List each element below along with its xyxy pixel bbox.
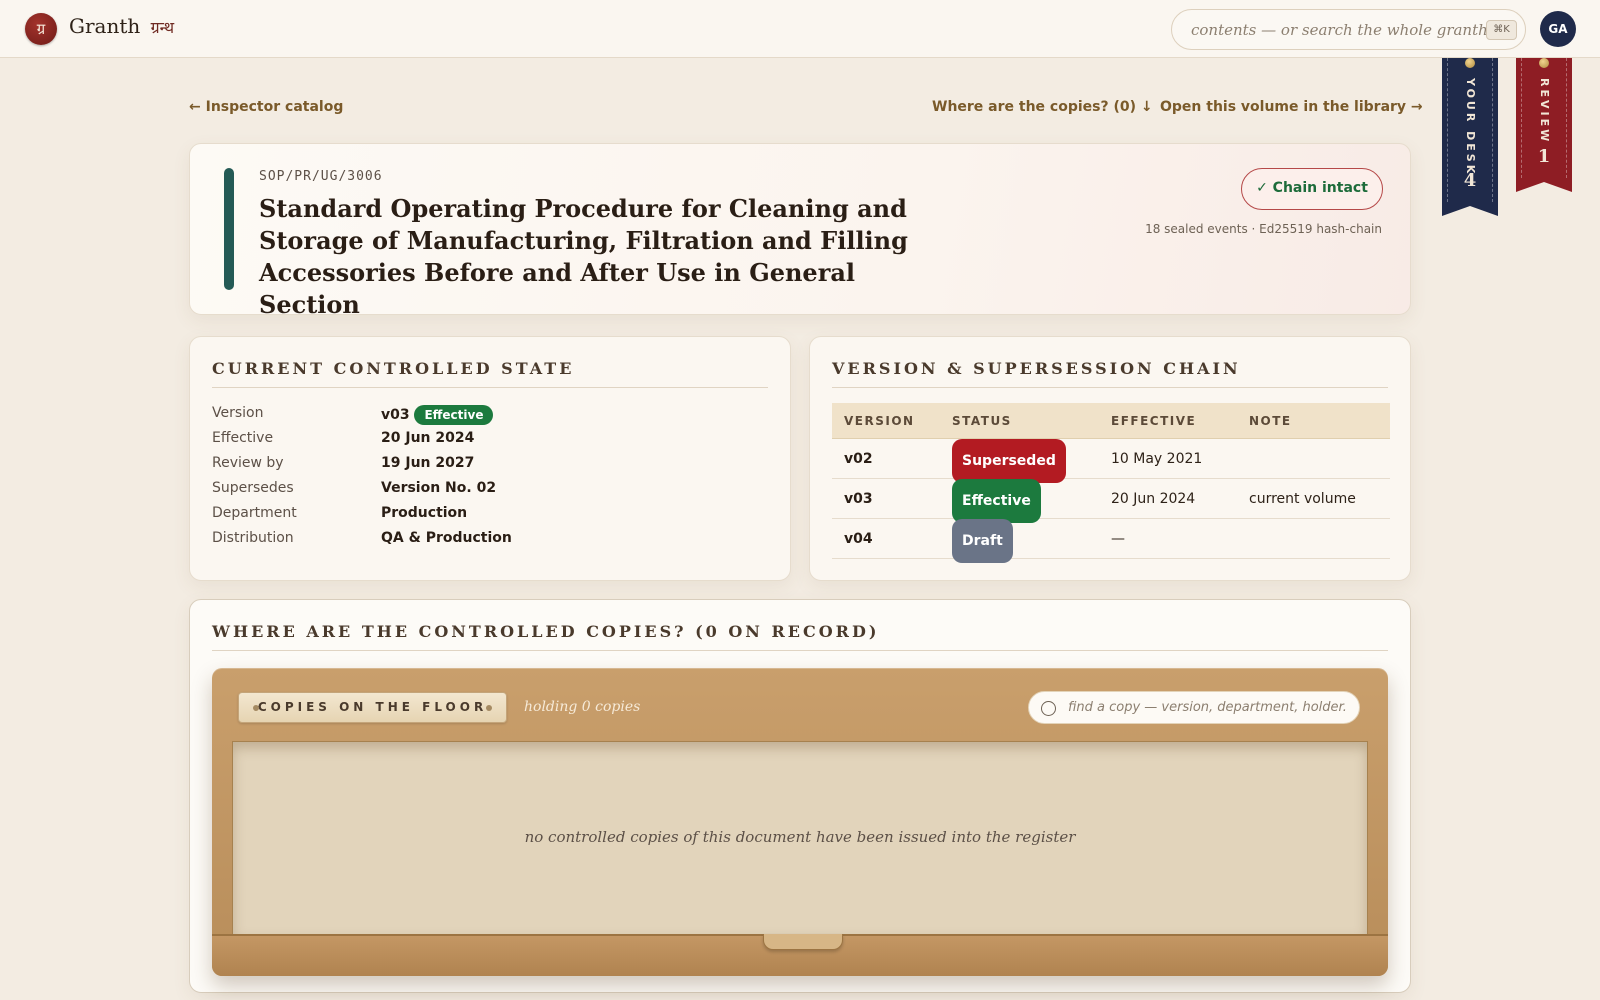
table-row[interactable]: v02 Superseded 10 May 2021 xyxy=(832,439,1390,483)
status-badge: Superseded xyxy=(952,439,1066,483)
screw-icon xyxy=(486,705,492,711)
state-row-version: Version v03 Effective xyxy=(212,405,772,429)
app-name-script: ग्रन्थ xyxy=(150,18,175,37)
column-header: NOTE xyxy=(1249,414,1292,428)
section-heading: CURRENT CONTROLLED STATE xyxy=(212,359,575,378)
column-header: EFFECTIVE xyxy=(1111,414,1197,428)
state-value: QA & Production xyxy=(381,530,512,546)
drawer-label: COPIES ON THE FLOOR xyxy=(257,700,488,714)
open-in-library-link[interactable]: Open this volume in the library → xyxy=(1160,99,1423,115)
empty-state-message: no controlled copies of this document ha… xyxy=(524,828,1076,846)
ribbon-label: REVIEW xyxy=(1538,78,1551,145)
state-key: Supersedes xyxy=(212,480,294,496)
version-chain-card: VERSION & SUPERSESSION CHAIN VERSION STA… xyxy=(809,336,1411,581)
table-row[interactable]: v03 Effective 20 Jun 2024 current volume xyxy=(832,479,1390,523)
your-desk-ribbon[interactable]: YOUR DESK 4 xyxy=(1442,58,1498,216)
state-key: Effective xyxy=(212,430,274,446)
copies-drawer: COPIES ON THE FLOOR holding 0 copies fin… xyxy=(212,668,1388,976)
find-copy-input[interactable]: find a copy — version, department, holde… xyxy=(1028,691,1360,724)
state-key: Review by xyxy=(212,455,284,471)
state-value: 19 Jun 2027 xyxy=(381,455,475,471)
current-state-card: CURRENT CONTROLLED STATE Version v03 Eff… xyxy=(189,336,791,581)
version-table: VERSION STATUS EFFECTIVE NOTE v02 Supers… xyxy=(832,403,1390,563)
app-name: Granth xyxy=(69,14,141,38)
back-link[interactable]: ← Inspector catalog xyxy=(189,99,343,115)
copies-jump-link[interactable]: Where are the copies? (0) ↓ xyxy=(932,99,1153,115)
state-key: Distribution xyxy=(212,530,294,546)
state-row-department: Department Production xyxy=(212,505,772,529)
version-cell: v02 xyxy=(844,451,873,467)
drawer-handle[interactable] xyxy=(763,934,843,950)
version-cell: v03 xyxy=(844,491,873,507)
effective-cell: 20 Jun 2024 xyxy=(1111,491,1196,507)
divider xyxy=(212,650,1388,651)
controlled-copies-card: WHERE ARE THE CONTROLLED COPIES? (0 ON R… xyxy=(189,599,1411,993)
status-badge: Effective xyxy=(414,405,494,425)
state-value: Version No. 02 xyxy=(381,480,497,496)
pin-icon xyxy=(1465,58,1475,68)
column-header: VERSION xyxy=(844,414,915,428)
status-badge: Effective xyxy=(952,479,1041,523)
table-header: VERSION STATUS EFFECTIVE NOTE xyxy=(832,403,1390,439)
app-brand[interactable]: Granth ग्रन्थ xyxy=(69,14,174,38)
status-badge: Draft xyxy=(952,519,1013,563)
state-key: Version xyxy=(212,405,264,421)
state-key: Department xyxy=(212,505,297,521)
shortcut-hint: ⌘K xyxy=(1486,20,1517,40)
divider xyxy=(832,387,1388,388)
version-cell: v04 xyxy=(844,531,873,547)
document-header-card: SOP/PR/UG/3006 Standard Operating Proced… xyxy=(189,143,1411,319)
top-bar: ग्र Granth ग्रन्थ contents — or search t… xyxy=(0,0,1600,58)
document-code: SOP/PR/UG/3006 xyxy=(259,169,383,184)
section-heading: WHERE ARE THE CONTROLLED COPIES? (0 ON R… xyxy=(212,622,880,641)
search-placeholder: contents — or search the whole granth... xyxy=(1191,21,1503,39)
state-row-review-by: Review by 19 Jun 2027 xyxy=(212,455,772,479)
note-cell: current volume xyxy=(1249,491,1356,507)
review-count: 1 xyxy=(1537,146,1551,167)
global-search-input[interactable]: contents — or search the whole granth...… xyxy=(1171,9,1526,50)
search-icon xyxy=(1041,701,1056,716)
screw-icon xyxy=(253,705,259,711)
document-title: Standard Operating Procedure for Cleanin… xyxy=(259,194,908,319)
review-ribbon[interactable]: REVIEW 1 xyxy=(1516,58,1572,192)
state-row-distribution: Distribution QA & Production xyxy=(212,530,772,554)
pin-icon xyxy=(1539,58,1549,68)
state-value: v03 Effective xyxy=(381,405,494,425)
ribbon-label: YOUR DESK xyxy=(1464,78,1477,177)
state-row-supersedes: Supersedes Version No. 02 xyxy=(212,480,772,504)
desk-count: 4 xyxy=(1463,170,1477,191)
table-row[interactable]: v04 Draft — xyxy=(832,519,1390,563)
find-copy-placeholder: find a copy — version, department, holde… xyxy=(1068,700,1347,715)
state-value: Production xyxy=(381,505,468,521)
effective-cell: — xyxy=(1111,531,1125,547)
copies-tray: no controlled copies of this document ha… xyxy=(232,741,1368,935)
user-avatar[interactable]: GA xyxy=(1540,11,1576,47)
effective-cell: 10 May 2021 xyxy=(1111,451,1203,467)
section-heading: VERSION & SUPERSESSION CHAIN xyxy=(832,359,1241,378)
chain-intact-button[interactable]: ✓ Chain intact xyxy=(1241,168,1383,210)
logo-seal-icon[interactable]: ग्र xyxy=(25,13,57,45)
divider xyxy=(212,387,768,388)
drawer-label-plate: COPIES ON THE FLOOR xyxy=(238,692,507,723)
holding-count: holding 0 copies xyxy=(524,699,641,715)
state-value: 20 Jun 2024 xyxy=(381,430,475,446)
accent-bar xyxy=(224,168,234,290)
column-header: STATUS xyxy=(952,414,1012,428)
version-value: v03 xyxy=(381,407,410,423)
state-row-effective: Effective 20 Jun 2024 xyxy=(212,430,772,454)
chain-events-text: 18 sealed events · Ed25519 hash-chain xyxy=(1145,222,1382,236)
